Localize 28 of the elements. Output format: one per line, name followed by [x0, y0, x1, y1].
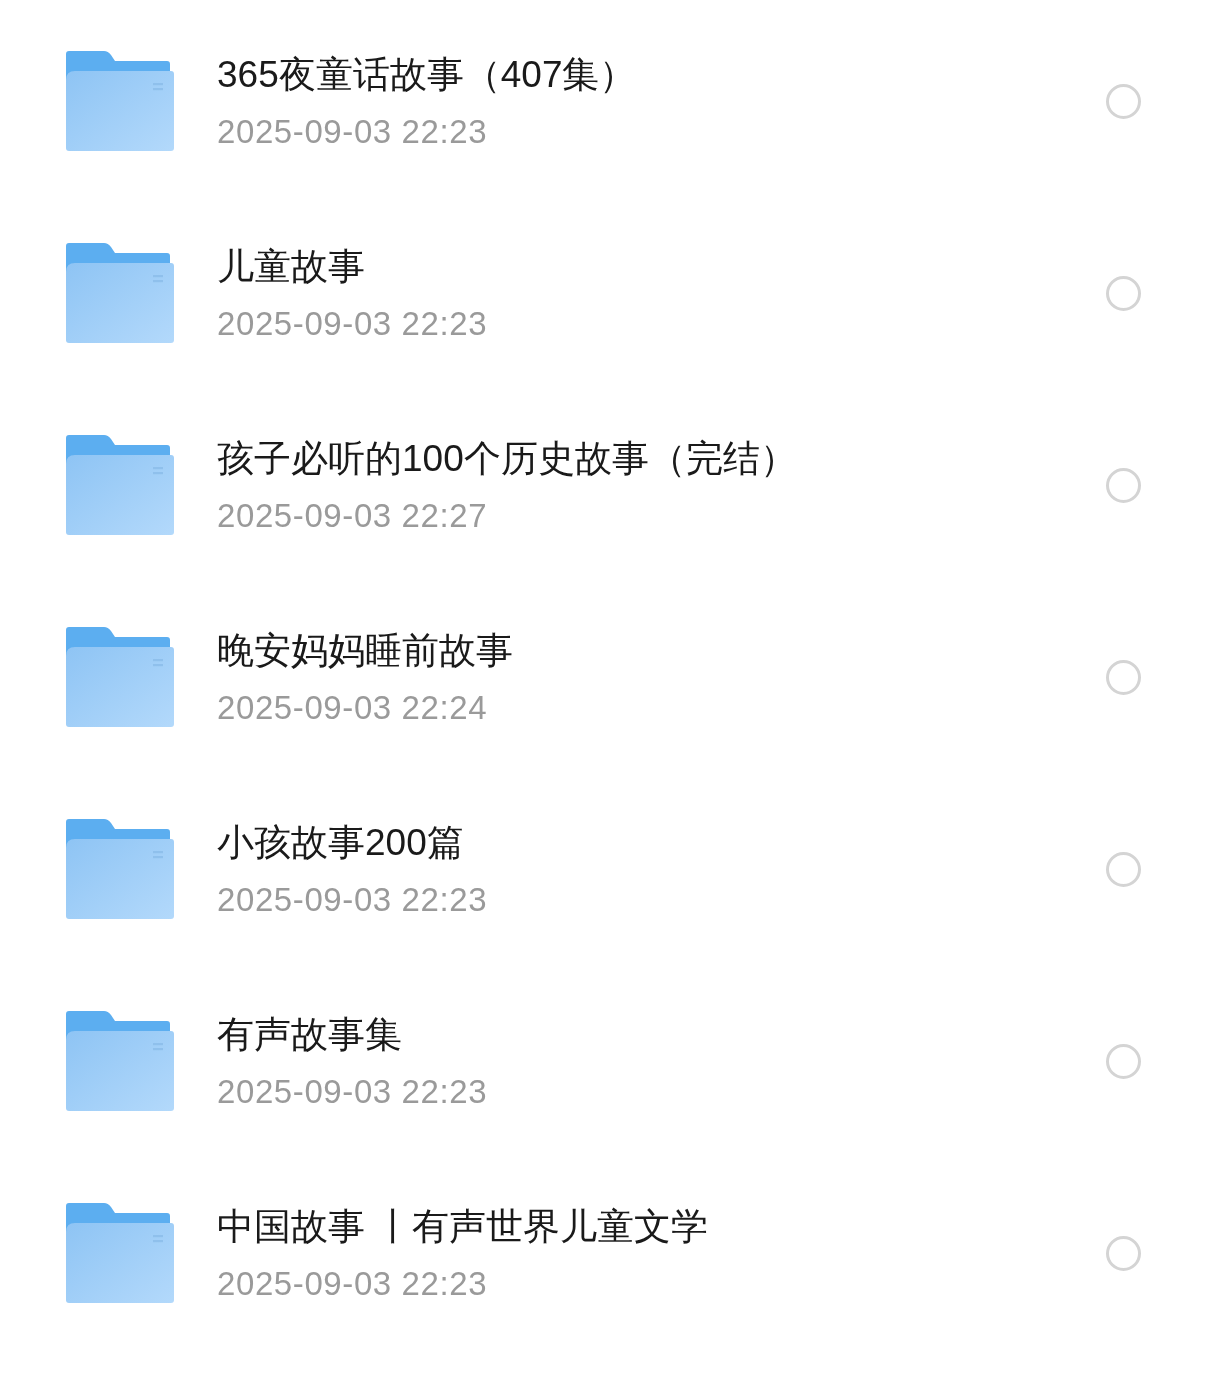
folder-name: 小孩故事200篇 [217, 820, 464, 865]
modified-date: 2025-09-03 22:23 [217, 1263, 488, 1304]
select-radio[interactable] [1106, 83, 1141, 119]
select-radio[interactable] [1106, 851, 1141, 887]
folder-name: 晚安妈妈睡前故事 [217, 628, 513, 673]
modified-date: 2025-09-03 22:23 [217, 1071, 488, 1112]
folder-name: 儿童故事 [217, 244, 365, 289]
folder-name: 365夜童话故事（407集） [217, 52, 637, 97]
select-radio[interactable] [1106, 659, 1141, 695]
modified-date: 2025-09-03 22:23 [217, 303, 488, 344]
select-radio[interactable] [1106, 467, 1141, 503]
folder-icon [66, 1011, 174, 1111]
folder-name: 中国故事 丨有声世界儿童文学 [217, 1204, 709, 1249]
folder-icon [66, 243, 174, 343]
modified-date: 2025-09-03 22:23 [217, 879, 488, 920]
folder-name: 孩子必听的100个历史故事（完结） [217, 436, 797, 481]
modified-date: 2025-09-03 22:23 [217, 111, 488, 152]
folder-name: 有声故事集 [217, 1012, 402, 1057]
folder-icon [66, 819, 174, 919]
folder-icon [66, 1203, 174, 1303]
select-radio[interactable] [1106, 275, 1141, 311]
select-radio[interactable] [1106, 1043, 1141, 1079]
folder-icon [66, 435, 174, 535]
select-radio[interactable] [1106, 1235, 1141, 1271]
modified-date: 2025-09-03 22:24 [217, 687, 488, 728]
modified-date: 2025-09-03 22:27 [217, 495, 488, 536]
folder-icon [66, 51, 174, 151]
folder-icon [66, 627, 174, 727]
